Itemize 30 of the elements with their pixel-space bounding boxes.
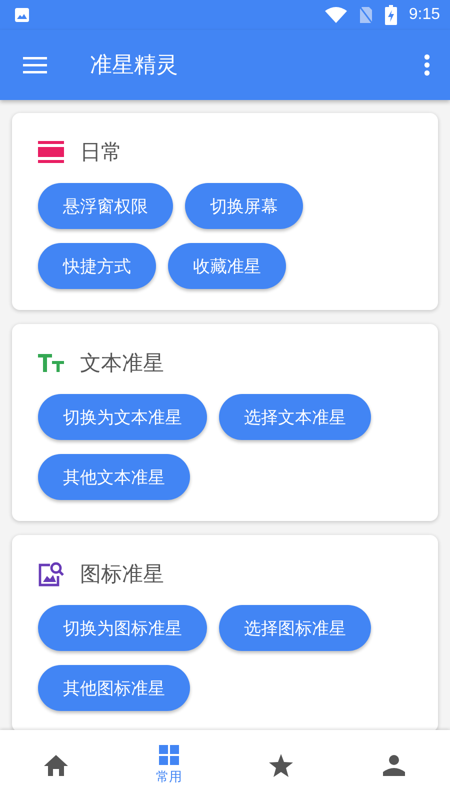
battery-icon <box>384 5 397 25</box>
section-title: 日常 <box>80 139 122 166</box>
home-icon <box>44 754 68 776</box>
action-button[interactable]: 快捷方式 <box>38 243 156 289</box>
text-size-icon <box>38 354 64 372</box>
image-search-icon <box>38 561 64 587</box>
action-button[interactable]: 悬浮窗权限 <box>38 183 173 229</box>
action-button[interactable]: 切换为图标准星 <box>38 605 207 651</box>
action-button[interactable]: 选择图标准星 <box>219 605 371 651</box>
action-button[interactable]: 其他文本准星 <box>38 454 190 500</box>
wifi-icon <box>324 7 347 23</box>
more-icon[interactable] <box>424 54 430 76</box>
action-button[interactable]: 切换屏幕 <box>185 183 303 229</box>
image-icon <box>14 7 30 23</box>
no-sim-icon <box>358 6 373 24</box>
star-icon <box>269 754 294 776</box>
person-icon <box>382 754 405 776</box>
nav-label: 常用 <box>156 769 182 786</box>
action-button[interactable]: 收藏准星 <box>168 243 286 289</box>
action-button[interactable]: 选择文本准星 <box>219 394 371 440</box>
action-button[interactable]: 其他图标准星 <box>38 665 190 711</box>
bars-icon <box>38 141 64 163</box>
section-title: 文本准星 <box>80 350 164 377</box>
action-button[interactable]: 切换为文本准星 <box>38 394 207 440</box>
grid-icon <box>158 744 180 766</box>
nav-item[interactable]: 常用 <box>112 730 225 800</box>
app-title: 准星精灵 <box>90 52 179 80</box>
section-title: 图标准星 <box>80 561 164 588</box>
status-time: 9:15 <box>408 6 440 24</box>
menu-icon[interactable] <box>23 56 47 74</box>
